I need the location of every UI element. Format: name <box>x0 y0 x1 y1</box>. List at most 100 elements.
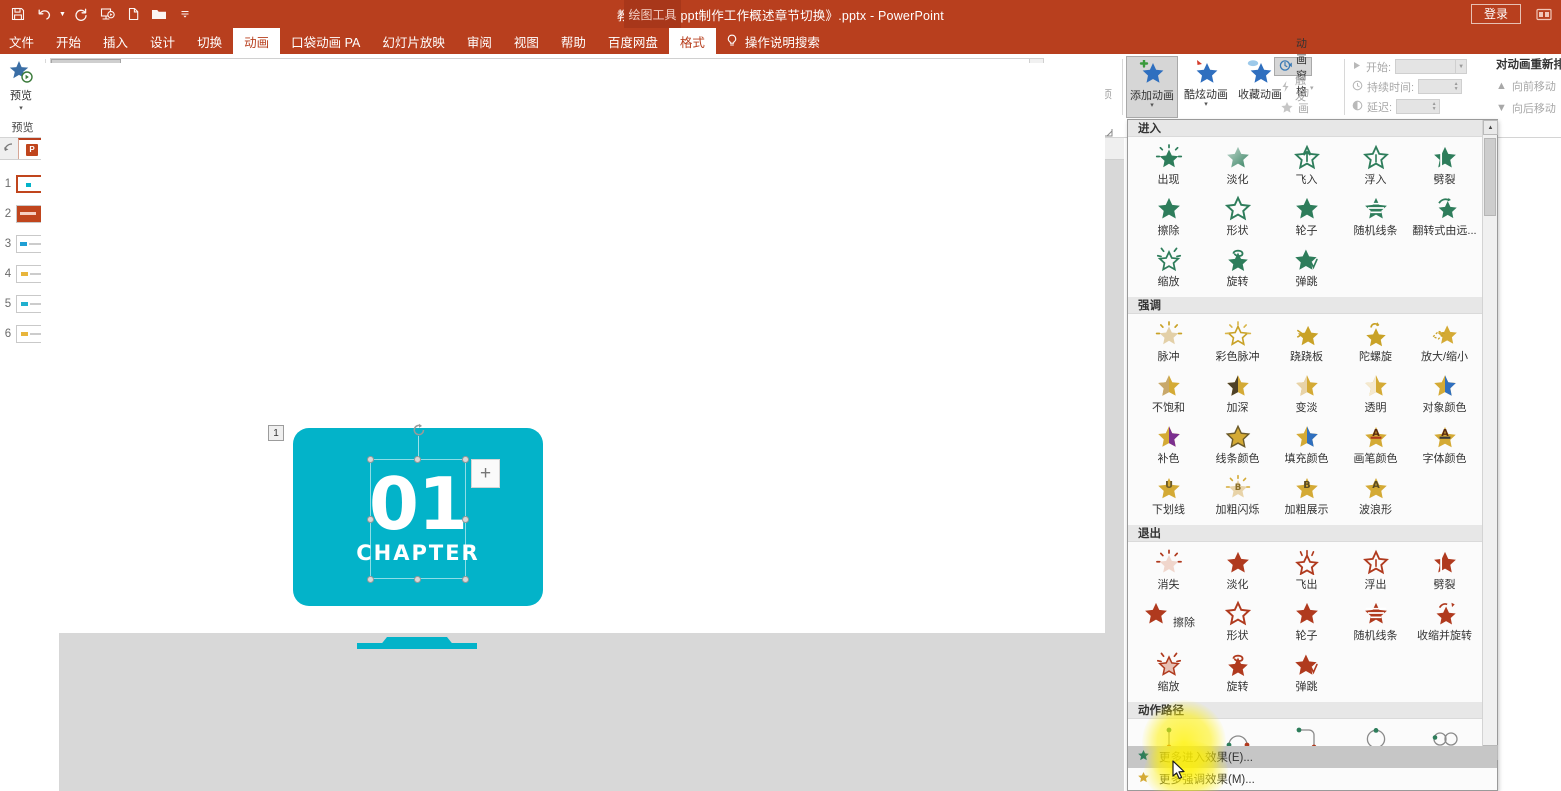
emphasis-linecolor[interactable]: 线条颜色 <box>1203 420 1272 471</box>
exit-bounce[interactable]: 弹跳 <box>1272 648 1341 699</box>
entrance-floatin[interactable]: 浮入 <box>1341 141 1410 192</box>
animation-dialog-launcher[interactable] <box>1104 126 1113 137</box>
exit-zoom[interactable]: 缩放 <box>1134 648 1203 699</box>
tab-file[interactable]: 文件 <box>0 28 45 54</box>
entrance-bounce[interactable]: 弹跳 <box>1272 243 1341 294</box>
tab-transitions[interactable]: 切换 <box>186 28 233 54</box>
tab-home[interactable]: 开始 <box>45 28 92 54</box>
emphasis-spin[interactable]: 陀螺旋 <box>1341 318 1410 369</box>
entrance-wipe[interactable]: 擦除 <box>1134 192 1203 243</box>
exit-spin[interactable]: 旋转 <box>1203 648 1272 699</box>
tab-help[interactable]: 帮助 <box>550 28 597 54</box>
sign-in-button[interactable]: 登录 <box>1470 4 1521 24</box>
qat-more-icon[interactable] <box>173 2 197 26</box>
resize-handle-s[interactable] <box>414 576 421 583</box>
emphasis-darken[interactable]: 加深 <box>1203 369 1272 420</box>
new-file-icon[interactable] <box>121 2 145 26</box>
tab-review[interactable]: 审阅 <box>456 28 503 54</box>
entrance-shape[interactable]: 形状 <box>1203 192 1272 243</box>
preview-dropdown-icon[interactable]: ▾ <box>19 105 23 112</box>
tab-design[interactable]: 设计 <box>139 28 186 54</box>
preview-button[interactable]: 预览 ▾ <box>2 56 40 118</box>
cool-animation-dropdown-icon[interactable]: ▾ <box>1204 101 1208 108</box>
rotate-handle-icon[interactable] <box>412 423 426 437</box>
exit-disappear[interactable]: 消失 <box>1134 546 1203 597</box>
exit-floatout[interactable]: 浮出 <box>1341 546 1410 597</box>
emphasis-transparency[interactable]: 透明 <box>1341 369 1410 420</box>
resize-handle-n[interactable] <box>414 456 421 463</box>
tab-format[interactable]: 格式 <box>668 28 716 54</box>
exit-randombars[interactable]: 随机线条 <box>1341 597 1410 648</box>
trigger-button[interactable]: 触发 ▾ <box>1276 75 1318 103</box>
tab-scroll-left-icon[interactable] <box>0 137 18 159</box>
entrance-flyin[interactable]: 飞入 <box>1272 141 1341 192</box>
scroll-thumb[interactable] <box>1484 138 1496 216</box>
tab-animations[interactable]: 动画 <box>233 28 281 54</box>
resize-handle-ne[interactable] <box>462 456 469 463</box>
exit-shrinkturn[interactable]: 收缩并旋转 <box>1410 597 1479 648</box>
exit-split[interactable]: 劈裂 <box>1410 546 1479 597</box>
entrance-fade[interactable]: 淡化 <box>1203 141 1272 192</box>
duration-input[interactable]: ▲ ▼ <box>1418 79 1463 94</box>
emphasis-underline[interactable]: U 下划线 <box>1134 471 1203 522</box>
emphasis-colorpulse[interactable]: 彩色脉冲 <box>1203 318 1272 369</box>
entrance-appear[interactable]: 出现 <box>1134 141 1203 192</box>
exit-wheel[interactable]: 轮子 <box>1272 597 1341 648</box>
ribbon-display-options-icon[interactable] <box>1533 5 1555 23</box>
exit-flyout[interactable]: 飞出 <box>1272 546 1341 597</box>
undo-icon[interactable] <box>32 2 56 26</box>
animation-pane-button[interactable]: 动画窗格 <box>1274 38 1312 98</box>
entrance-randombars[interactable]: 随机线条 <box>1341 192 1410 243</box>
exit-shape[interactable]: 形状 <box>1203 597 1272 648</box>
resize-handle-nw[interactable] <box>367 456 374 463</box>
animation-order-tag[interactable]: 1 <box>268 425 284 441</box>
duration-spinner[interactable]: ▲ ▼ <box>1451 81 1461 92</box>
open-folder-icon[interactable] <box>147 2 171 26</box>
entrance-split[interactable]: 劈裂 <box>1410 141 1479 192</box>
emphasis-wave[interactable]: A 波浪形 <box>1341 471 1410 522</box>
emphasis-objectcolor[interactable]: 对象颜色 <box>1410 369 1479 420</box>
slide-canvas[interactable] <box>41 63 1105 633</box>
plus-icon[interactable]: + <box>471 459 500 488</box>
entrance-zoom[interactable]: 缩放 <box>1134 243 1203 294</box>
start-slideshow-icon[interactable] <box>95 2 119 26</box>
delay-input[interactable]: ▲ ▼ <box>1396 99 1441 114</box>
tab-slideshow[interactable]: 幻灯片放映 <box>371 28 456 54</box>
emphasis-growshrink[interactable]: 放大/缩小 <box>1410 318 1479 369</box>
exit-fade[interactable]: 淡化 <box>1203 546 1272 597</box>
redo-icon[interactable] <box>69 2 93 26</box>
resize-handle-e[interactable] <box>462 516 469 523</box>
tab-view[interactable]: 视图 <box>503 28 550 54</box>
add-animation-button[interactable]: 添加动画 ▾ <box>1126 56 1178 118</box>
cool-animation-button[interactable]: 酷炫动画 ▾ <box>1180 56 1232 118</box>
tab-insert[interactable]: 插入 <box>92 28 139 54</box>
entrance-flipfar[interactable]: 翻转式由远... <box>1410 192 1479 243</box>
scroll-up-icon[interactable]: ▲ <box>1483 120 1498 135</box>
add-animation-dropdown-icon[interactable]: ▾ <box>1150 102 1154 109</box>
resize-handle-se[interactable] <box>462 576 469 583</box>
start-input[interactable]: ▼ <box>1395 59 1468 74</box>
save-icon[interactable] <box>6 2 30 26</box>
emphasis-boldflash[interactable]: B 加粗闪烁 <box>1203 471 1272 522</box>
emphasis-teeter[interactable]: 跷跷板 <box>1272 318 1341 369</box>
undo-dropdown-icon[interactable]: ▼ <box>58 2 67 26</box>
emphasis-fontcolor[interactable]: A 字体颜色 <box>1410 420 1479 471</box>
move-later-button[interactable]: ▼ 向后移动 <box>1496 100 1561 116</box>
delay-spinner[interactable]: ▲ ▼ <box>1429 101 1439 112</box>
emphasis-lighten[interactable]: 变淡 <box>1272 369 1341 420</box>
emphasis-brushcolor[interactable]: A 画笔颜色 <box>1341 420 1410 471</box>
emphasis-complementarycolor[interactable]: 补色 <box>1134 420 1203 471</box>
resize-handle-sw[interactable] <box>367 576 374 583</box>
tell-me-search[interactable]: 操作说明搜索 <box>716 28 830 54</box>
move-earlier-button[interactable]: ▲ 向前移动 <box>1496 78 1561 94</box>
trigger-dropdown-icon[interactable]: ▾ <box>1310 84 1314 92</box>
exit-wipe[interactable]: 擦除 <box>1134 597 1203 648</box>
entrance-spin[interactable]: 旋转 <box>1203 243 1272 294</box>
entrance-wheel[interactable]: 轮子 <box>1272 192 1341 243</box>
emphasis-desaturate[interactable]: 不饱和 <box>1134 369 1203 420</box>
tab-pocket-animation[interactable]: 口袋动画 PA <box>280 28 371 54</box>
tab-baidu-netdisk[interactable]: 百度网盘 <box>597 28 669 54</box>
resize-handle-w[interactable] <box>367 516 374 523</box>
emphasis-fillcolor[interactable]: 填充颜色 <box>1272 420 1341 471</box>
start-dropdown-icon[interactable]: ▼ <box>1455 60 1466 73</box>
